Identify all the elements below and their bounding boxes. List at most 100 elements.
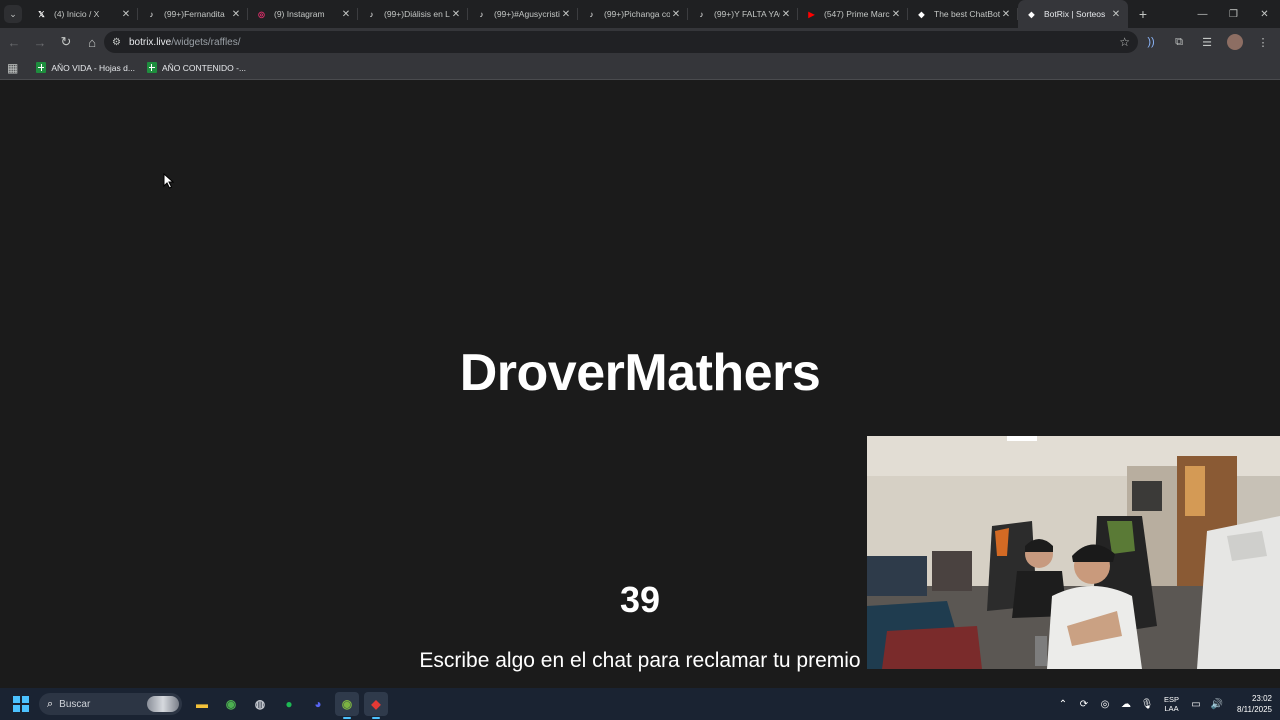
restore-icon[interactable]: ❐ [1218, 0, 1249, 28]
tab[interactable]: ♪ (99+)#Agusycristi ✕ [468, 0, 578, 28]
file-explorer-icon[interactable]: ▬ [190, 692, 214, 716]
webcam-overlay [867, 436, 1280, 669]
bookmark-label: AÑO VIDA - Hojas d... [51, 62, 135, 73]
home-icon: ⌂ [88, 34, 96, 50]
tab-title: (99+)Y FALTA YAC [714, 9, 780, 19]
bookmark-label: AÑO CONTENIDO -... [161, 62, 247, 73]
voice-extension-icon[interactable]: )) [1140, 31, 1162, 53]
extensions-icon[interactable]: ⧉ [1168, 31, 1190, 53]
url-path: /widgets/raffles/ [171, 36, 241, 48]
reload-button[interactable]: ↻ [54, 30, 78, 54]
close-window-icon[interactable]: ✕ [1249, 0, 1280, 28]
close-tab-icon[interactable]: ✕ [560, 9, 572, 20]
taskbar-search[interactable]: ⌕ Buscar [39, 693, 182, 715]
profile-avatar[interactable] [1224, 31, 1246, 53]
raffle-winner-name: DroverMathers [459, 344, 821, 402]
tab-title: BotRix | Sorteos [1044, 9, 1106, 19]
chrome-profile-icon[interactable]: ◉ [335, 692, 359, 719]
search-placeholder: Buscar [59, 698, 91, 710]
close-tab-icon[interactable]: ✕ [670, 9, 682, 20]
media-controls-icon[interactable]: ☰ [1196, 31, 1218, 53]
youtube-icon: ▶ [808, 9, 815, 19]
close-tab-icon[interactable]: ✕ [230, 9, 242, 20]
close-tab-icon[interactable]: ✕ [780, 9, 792, 20]
chevron-up-icon[interactable]: ⌃ [1056, 699, 1070, 710]
cloud-icon[interactable]: ☁ [1119, 699, 1133, 710]
bookmarks-bar: ▦ AÑO VIDA - Hojas d... AÑO CONTENIDO -.… [0, 56, 1280, 80]
minimize-icon[interactable]: — [1187, 0, 1218, 28]
sync-icon[interactable]: ⟳ [1077, 699, 1091, 710]
address-bar[interactable]: ⚙ botrix.live/widgets/raffles/ ☆ [104, 31, 1138, 53]
input-language[interactable]: ESP LAA [1164, 695, 1179, 713]
bookmark-item[interactable]: AÑO CONTENIDO -... [146, 62, 247, 73]
sheets-icon [146, 62, 157, 73]
toolbar-actions: )) ⧉ ☰ ⋮ [1140, 31, 1274, 53]
tab-title: (9) Instagram [274, 9, 325, 19]
tab[interactable]: ♪ (99+)Pichanga co ✕ [578, 0, 688, 28]
clock-date: 8/11/2025 [1237, 705, 1272, 714]
tiktok-icon: ♪ [589, 9, 594, 19]
network-icon[interactable]: ▭ [1189, 699, 1203, 710]
taskbar-clock[interactable]: 23:02 8/11/2025 [1237, 693, 1272, 715]
windows-start-icon[interactable] [13, 696, 29, 712]
app-tray-icon[interactable]: ◎ [1098, 699, 1112, 710]
x-logo-icon: 𝕏 [38, 9, 45, 19]
tab[interactable]: 𝕏 (4) Inicio / X ✕ [28, 0, 138, 28]
home-button[interactable]: ⌂ [80, 30, 104, 54]
tab[interactable]: ◆ BotRix | Sorteos ✕ [1018, 0, 1128, 28]
window-controls: — ❐ ✕ [1187, 0, 1280, 28]
close-tab-icon[interactable]: ✕ [340, 9, 352, 20]
botrix-icon: ◆ [918, 9, 925, 19]
close-tab-icon[interactable]: ✕ [890, 9, 902, 20]
discord-icon[interactable]: ◕ [306, 692, 330, 716]
new-tab-button[interactable]: + [1132, 6, 1154, 22]
site-info-icon[interactable]: ⚙ [112, 37, 121, 48]
reload-icon: ↻ [60, 34, 72, 49]
streaming-app-icon[interactable]: ◆ [364, 692, 388, 719]
close-tab-icon[interactable]: ✕ [120, 9, 132, 20]
apps-grid-icon[interactable]: ▦ [7, 61, 18, 75]
close-tab-icon[interactable]: ✕ [1000, 9, 1012, 20]
tab[interactable]: ▶ (547) Prime Marc ✕ [798, 0, 908, 28]
instagram-icon: ◎ [258, 9, 265, 19]
tab[interactable]: ♪ (99+)Diálisis en L ✕ [358, 0, 468, 28]
tab[interactable]: ◆ The best ChatBot ✕ [908, 0, 1018, 28]
chrome-icon[interactable]: ◉ [219, 692, 243, 716]
tab-search-button[interactable]: ⌄ [4, 5, 22, 23]
tab-title: (4) Inicio / X [54, 9, 100, 19]
volume-icon[interactable]: 🔊 [1210, 699, 1224, 710]
tab-title: (99+)#Agusycristi [494, 9, 560, 19]
windows-taskbar: ⌕ Buscar ▬ ◉ ◍ ● ◕ ◉ ◆ ⌃ ⟳ ◎ ☁ 🎙 ESP LAA ▭ 🔊 2… [0, 688, 1280, 720]
url-host: botrix.live [128, 36, 172, 48]
tiktok-icon: ♪ [149, 9, 154, 19]
browser-toolbar: ← → ↻ ⌂ ⚙ botrix.live/widgets/raffles/ ☆… [0, 28, 1280, 56]
forward-arrow-icon: → [33, 34, 47, 50]
tab-title: The best ChatBot [934, 9, 1000, 19]
close-tab-icon[interactable]: ✕ [450, 9, 462, 20]
search-icon: ⌕ [47, 697, 54, 710]
tab[interactable]: ♪ (99+)Y FALTA YAC ✕ [688, 0, 798, 28]
obs-icon[interactable]: ◍ [248, 692, 272, 716]
sheets-icon [36, 62, 47, 73]
tiktok-icon: ♪ [369, 9, 374, 19]
menu-kebab-icon[interactable]: ⋮ [1252, 31, 1274, 53]
microphone-icon[interactable]: 🎙 [1140, 699, 1154, 710]
tab-title: (547) Prime Marc [824, 9, 890, 19]
back-button[interactable]: ← [2, 30, 26, 54]
bookmark-star-icon[interactable]: ☆ [1119, 35, 1130, 49]
clock-time: 23:02 [1251, 694, 1272, 703]
system-tray: ⌃ ⟳ ◎ ☁ 🎙 ESP LAA ▭ 🔊 23:02 8/11/2025 [1056, 688, 1272, 720]
language-code: ESP [1163, 695, 1179, 704]
spotify-icon[interactable]: ● [277, 692, 301, 716]
tiktok-icon: ♪ [699, 9, 704, 19]
tab-title: (99+)Diálisis en L [384, 9, 450, 19]
bookmark-item[interactable]: AÑO VIDA - Hojas d... [36, 62, 135, 73]
tab[interactable]: ♪ (99+)Fernandita ✕ [138, 0, 248, 28]
close-tab-icon[interactable]: ✕ [1110, 9, 1122, 20]
chevron-down-icon: ⌄ [9, 8, 17, 19]
keyboard-layout: LAA [1164, 704, 1179, 713]
tab-list: 𝕏 (4) Inicio / X ✕ ♪ (99+)Fernandita ✕ ◎ (9) In… [28, 0, 1128, 28]
tab[interactable]: ◎ (9) Instagram ✕ [248, 0, 358, 28]
tab-title: (99+)Fernandita [164, 9, 225, 19]
forward-button[interactable]: → [28, 30, 52, 54]
